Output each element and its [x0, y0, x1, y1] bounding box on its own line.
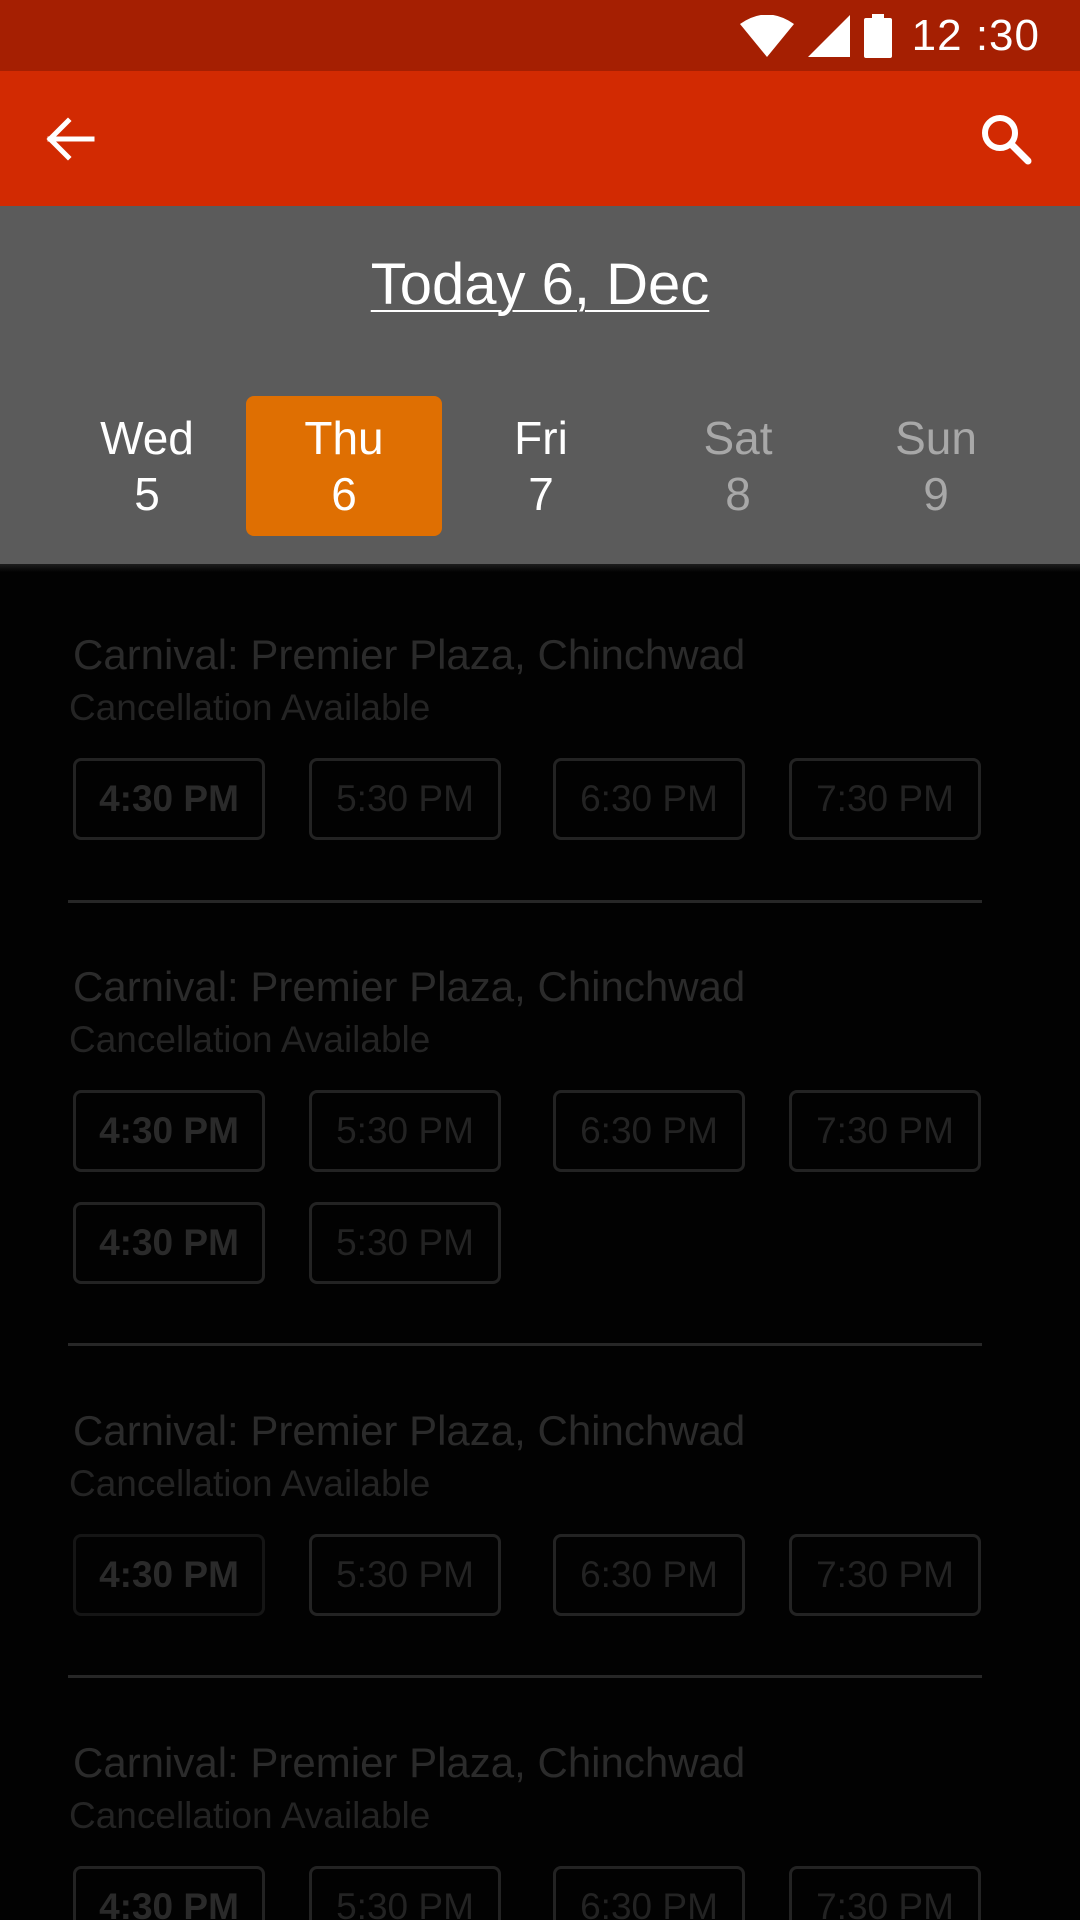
day-number: 8 [725, 468, 751, 520]
arrow-left-icon [46, 117, 95, 161]
showtime-button[interactable]: 5:30 PM [309, 1866, 501, 1920]
theater-subtitle: Cancellation Available [69, 1795, 431, 1836]
divider [68, 1675, 982, 1678]
theater-subtitle: Cancellation Available [69, 1019, 431, 1060]
showtime-button[interactable]: 7:30 PM [789, 1866, 981, 1920]
search-button[interactable] [978, 111, 1034, 167]
theater-name: Carnival: Premier Plaza, Chinchwad [73, 1739, 746, 1786]
wifi-icon [739, 14, 794, 57]
day-number: 6 [331, 468, 357, 520]
day-name: Fri [514, 412, 568, 464]
showtime-button[interactable]: 4:30 PM [73, 1866, 265, 1920]
back-button[interactable] [42, 113, 102, 165]
day-thu-selected[interactable]: Thu 6 [246, 396, 442, 536]
day-number: 5 [134, 468, 160, 520]
showtime-button[interactable]: 4:30 PM [73, 1090, 265, 1172]
showtime-button[interactable]: 6:30 PM [553, 1866, 745, 1920]
theater-subtitle: Cancellation Available [69, 1463, 431, 1504]
theater-subtitle: Cancellation Available [69, 687, 431, 728]
showtime-button[interactable]: 4:30 PM [73, 1202, 265, 1284]
theater-list: Carnival: Premier Plaza, Chinchwad Cance… [0, 572, 1080, 1920]
showtime-button[interactable]: 7:30 PM [789, 1534, 981, 1616]
day-number: 9 [923, 468, 949, 520]
showtime-button[interactable]: 4:30 PM [73, 1534, 265, 1616]
day-name: Sun [895, 412, 977, 464]
battery-icon [863, 13, 892, 58]
day-wed[interactable]: Wed 5 [49, 396, 245, 536]
signal-icon [807, 14, 850, 57]
status-time: 12 :30 [911, 10, 1040, 60]
day-sun[interactable]: Sun 9 [838, 396, 1034, 536]
day-name: Wed [100, 412, 194, 464]
showtime-button[interactable]: 6:30 PM [553, 758, 745, 840]
theater-name: Carnival: Premier Plaza, Chinchwad [73, 963, 746, 1010]
showtime-button[interactable]: 6:30 PM [553, 1090, 745, 1172]
today-date-title[interactable]: Today 6, Dec [0, 251, 1080, 318]
showtime-button[interactable]: 6:30 PM [553, 1534, 745, 1616]
showtime-button[interactable]: 7:30 PM [789, 1090, 981, 1172]
day-name: Thu [304, 412, 384, 464]
divider [68, 1343, 982, 1346]
showtime-button[interactable]: 5:30 PM [309, 1202, 501, 1284]
showtime-button[interactable]: 7:30 PM [789, 758, 981, 840]
toolbar [0, 71, 1080, 206]
app-screen: 12 :30 Today 6, Dec Wed 5 Thu 6 Fri 7 Sa… [0, 0, 1080, 1920]
date-header: Today 6, Dec Wed 5 Thu 6 Fri 7 Sat 8 Sun… [0, 206, 1080, 564]
theater-name: Carnival: Premier Plaza, Chinchwad [73, 631, 746, 678]
showtime-button[interactable]: 5:30 PM [309, 758, 501, 840]
search-icon [982, 115, 1032, 165]
header-shadow [0, 564, 1080, 572]
day-name: Sat [703, 412, 773, 464]
status-bar: 12 :30 [0, 0, 1080, 71]
theater-name: Carnival: Premier Plaza, Chinchwad [73, 1407, 746, 1454]
day-fri[interactable]: Fri 7 [443, 396, 639, 536]
day-number: 7 [528, 468, 554, 520]
divider [68, 900, 982, 903]
showtime-button[interactable]: 5:30 PM [309, 1534, 501, 1616]
day-sat[interactable]: Sat 8 [640, 396, 836, 536]
showtime-button[interactable]: 4:30 PM [73, 758, 265, 840]
showtime-button[interactable]: 5:30 PM [309, 1090, 501, 1172]
